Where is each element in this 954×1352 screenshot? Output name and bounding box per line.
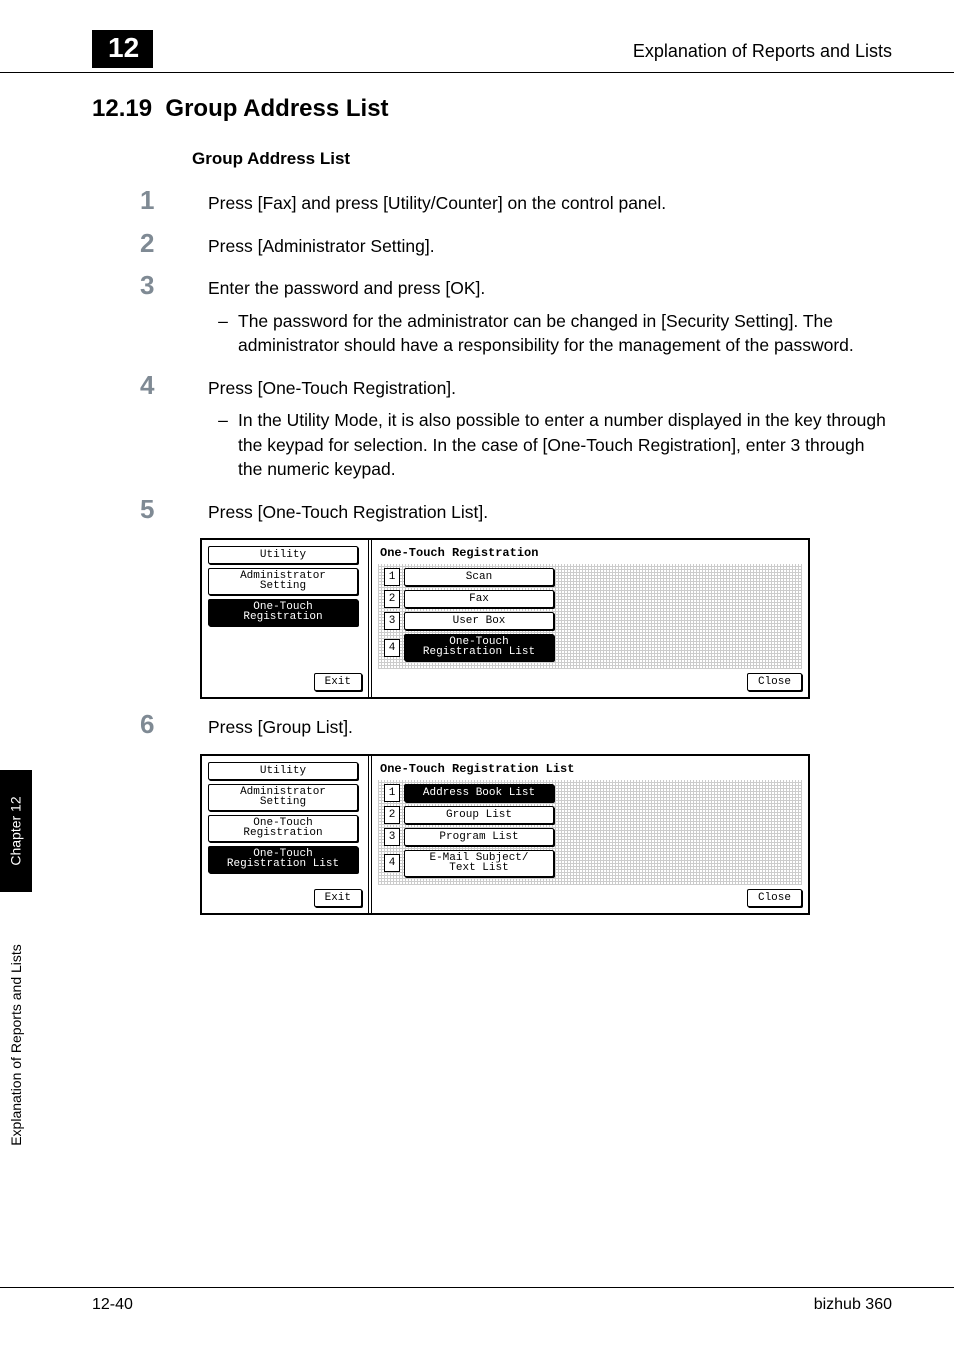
row-number: 2	[384, 590, 400, 608]
step-number: 6	[120, 711, 208, 737]
breadcrumb-panel: Utility AdministratorSetting One-TouchRe…	[202, 540, 372, 697]
side-tab: Chapter 12 Explanation of Reports and Li…	[0, 770, 32, 1190]
step-text: Press [Administrator Setting].	[208, 230, 892, 259]
step-6: 6 Press [Group List].	[120, 711, 892, 740]
section-heading: 12.19 Group Address List	[92, 95, 892, 123]
step-number: 5	[120, 496, 208, 522]
section-number: 12.19	[92, 95, 152, 122]
screenshot-one-touch-registration-list: Utility AdministratorSetting One-TouchRe…	[200, 754, 810, 915]
main-content: 12.19 Group Address List Group Address L…	[0, 95, 954, 915]
section-title-text: Group Address List	[165, 95, 388, 122]
subsection-heading: Group Address List	[192, 149, 892, 169]
one-touch-registration-list-button[interactable]: One-TouchRegistration List	[404, 634, 554, 661]
step-number: 4	[120, 372, 208, 398]
dash-icon: –	[208, 408, 238, 482]
exit-button[interactable]: Exit	[314, 889, 362, 907]
program-list-button[interactable]: Program List	[404, 828, 554, 846]
side-tab-title: Explanation of Reports and Lists	[0, 900, 32, 1190]
menu-row: 3 Program List	[384, 828, 796, 846]
menu-row: 3 User Box	[384, 612, 796, 630]
menu-row: 2 Group List	[384, 806, 796, 824]
panel-title: One-Touch Registration	[378, 544, 802, 564]
breadcrumb-administrator-setting[interactable]: AdministratorSetting	[208, 568, 358, 595]
screenshot-one-touch-registration: Utility AdministratorSetting One-TouchRe…	[200, 538, 810, 699]
close-button[interactable]: Close	[747, 673, 802, 691]
page-number: 12-40	[92, 1296, 133, 1314]
step-number: 2	[120, 230, 208, 256]
breadcrumb-one-touch-registration[interactable]: One-TouchRegistration	[208, 815, 358, 842]
row-number: 4	[384, 639, 400, 657]
subitem-text: The password for the administrator can b…	[238, 309, 892, 358]
user-box-button[interactable]: User Box	[404, 612, 554, 630]
breadcrumb-one-touch-registration[interactable]: One-TouchRegistration	[208, 599, 358, 626]
row-number: 1	[384, 568, 400, 586]
step-text: Press [Group List].	[208, 711, 892, 740]
row-number: 3	[384, 828, 400, 846]
menu-row: 1 Address Book List	[384, 784, 796, 802]
step-text: Press [One-Touch Registration List].	[208, 496, 892, 525]
product-name: bizhub 360	[814, 1296, 892, 1314]
menu-row: 1 Scan	[384, 568, 796, 586]
fax-button[interactable]: Fax	[404, 590, 554, 608]
menu-panel: One-Touch Registration List 1 Address Bo…	[372, 756, 808, 913]
step-2: 2 Press [Administrator Setting].	[120, 230, 892, 259]
breadcrumb-administrator-setting[interactable]: AdministratorSetting	[208, 784, 358, 811]
page-footer: 12-40 bizhub 360	[0, 1287, 954, 1314]
exit-button[interactable]: Exit	[314, 673, 362, 691]
step-1: 1 Press [Fax] and press [Utility/Counter…	[120, 187, 892, 216]
menu-row: 2 Fax	[384, 590, 796, 608]
step-main-text: Press [One-Touch Registration].	[208, 378, 456, 398]
step-subitem: – In the Utility Mode, it is also possib…	[208, 408, 892, 482]
subitem-text: In the Utility Mode, it is also possible…	[238, 408, 892, 482]
menu-row: 4 E-Mail Subject/Text List	[384, 850, 796, 877]
menu-row: 4 One-TouchRegistration List	[384, 634, 796, 661]
row-number: 1	[384, 784, 400, 802]
email-subject-text-list-button[interactable]: E-Mail Subject/Text List	[404, 850, 554, 877]
step-4: 4 Press [One-Touch Registration]. – In t…	[120, 372, 892, 482]
step-3: 3 Enter the password and press [OK]. – T…	[120, 272, 892, 358]
breadcrumb-panel: Utility AdministratorSetting One-TouchRe…	[202, 756, 372, 913]
running-title: Explanation of Reports and Lists	[633, 41, 892, 68]
close-button[interactable]: Close	[747, 889, 802, 907]
row-number: 2	[384, 806, 400, 824]
menu-panel: One-Touch Registration 1 Scan 2 Fax 3 Us…	[372, 540, 808, 697]
breadcrumb-utility[interactable]: Utility	[208, 546, 358, 564]
step-text: Press [One-Touch Registration]. – In the…	[208, 372, 892, 482]
page-header: 12 Explanation of Reports and Lists	[0, 0, 954, 73]
panel-title: One-Touch Registration List	[378, 760, 802, 780]
scan-button[interactable]: Scan	[404, 568, 554, 586]
step-text: Press [Fax] and press [Utility/Counter] …	[208, 187, 892, 216]
step-text: Enter the password and press [OK]. – The…	[208, 272, 892, 358]
chapter-number-tab: 12	[92, 30, 153, 68]
step-number: 1	[120, 187, 208, 213]
side-tab-title-text: Explanation of Reports and Lists	[8, 944, 24, 1146]
dash-icon: –	[208, 309, 238, 358]
step-subitem: – The password for the administrator can…	[208, 309, 892, 358]
group-list-button[interactable]: Group List	[404, 806, 554, 824]
breadcrumb-one-touch-registration-list[interactable]: One-TouchRegistration List	[208, 846, 358, 873]
side-tab-chapter: Chapter 12	[0, 770, 32, 892]
breadcrumb-utility[interactable]: Utility	[208, 762, 358, 780]
step-5: 5 Press [One-Touch Registration List].	[120, 496, 892, 525]
address-book-list-button[interactable]: Address Book List	[404, 784, 554, 802]
step-number: 3	[120, 272, 208, 298]
side-tab-chapter-text: Chapter 12	[8, 796, 24, 865]
row-number: 3	[384, 612, 400, 630]
row-number: 4	[384, 854, 400, 872]
step-main-text: Enter the password and press [OK].	[208, 278, 485, 298]
